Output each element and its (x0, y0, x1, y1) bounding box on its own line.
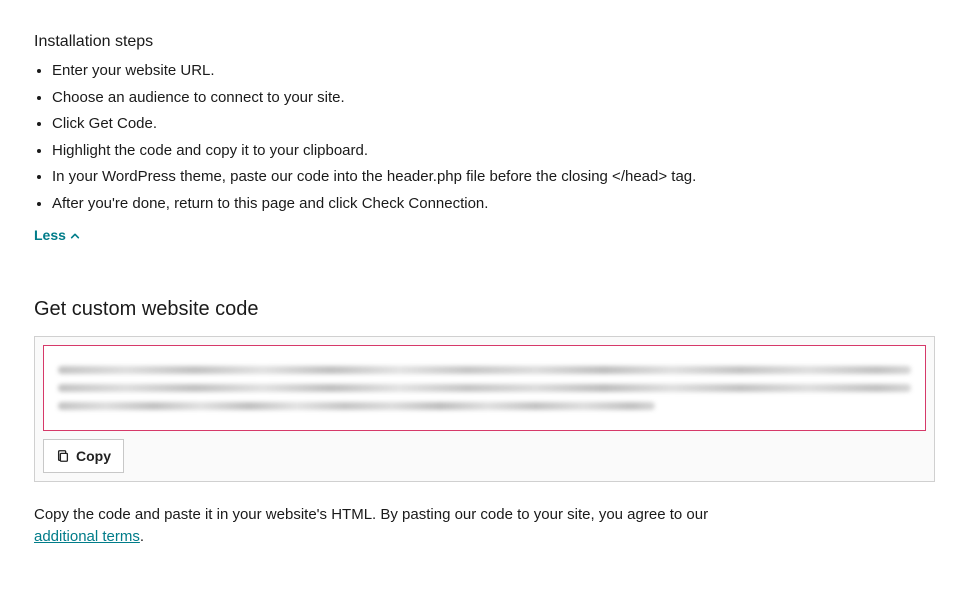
footer-post: . (140, 528, 144, 545)
footer-pre: Copy the code and paste it in your websi… (34, 506, 708, 523)
code-blurred-line (58, 402, 655, 410)
list-item: After you're done, return to this page a… (52, 193, 935, 216)
list-item: Choose an audience to connect to your si… (52, 87, 935, 110)
list-item: Click Get Code. (52, 113, 935, 136)
footer-text: Copy the code and paste it in your websi… (34, 504, 734, 549)
copy-icon (56, 449, 70, 463)
chevron-up-icon (70, 231, 80, 241)
copy-button[interactable]: Copy (43, 439, 124, 473)
less-label: Less (34, 225, 66, 246)
code-blurred-line (58, 366, 911, 374)
get-custom-code-heading: Get custom website code (34, 294, 935, 324)
list-item: In your WordPress theme, paste our code … (52, 166, 935, 189)
less-toggle[interactable]: Less (34, 225, 80, 246)
code-box: Copy (34, 336, 935, 482)
list-item: Highlight the code and copy it to your c… (52, 140, 935, 163)
installation-steps-heading: Installation steps (34, 30, 935, 54)
list-item: Enter your website URL. (52, 60, 935, 83)
code-snippet-area[interactable] (43, 345, 926, 431)
code-blurred-line (58, 384, 911, 392)
installation-steps-list: Enter your website URL. Choose an audien… (34, 60, 935, 215)
copy-button-label: Copy (76, 448, 111, 464)
additional-terms-link[interactable]: additional terms (34, 528, 140, 545)
